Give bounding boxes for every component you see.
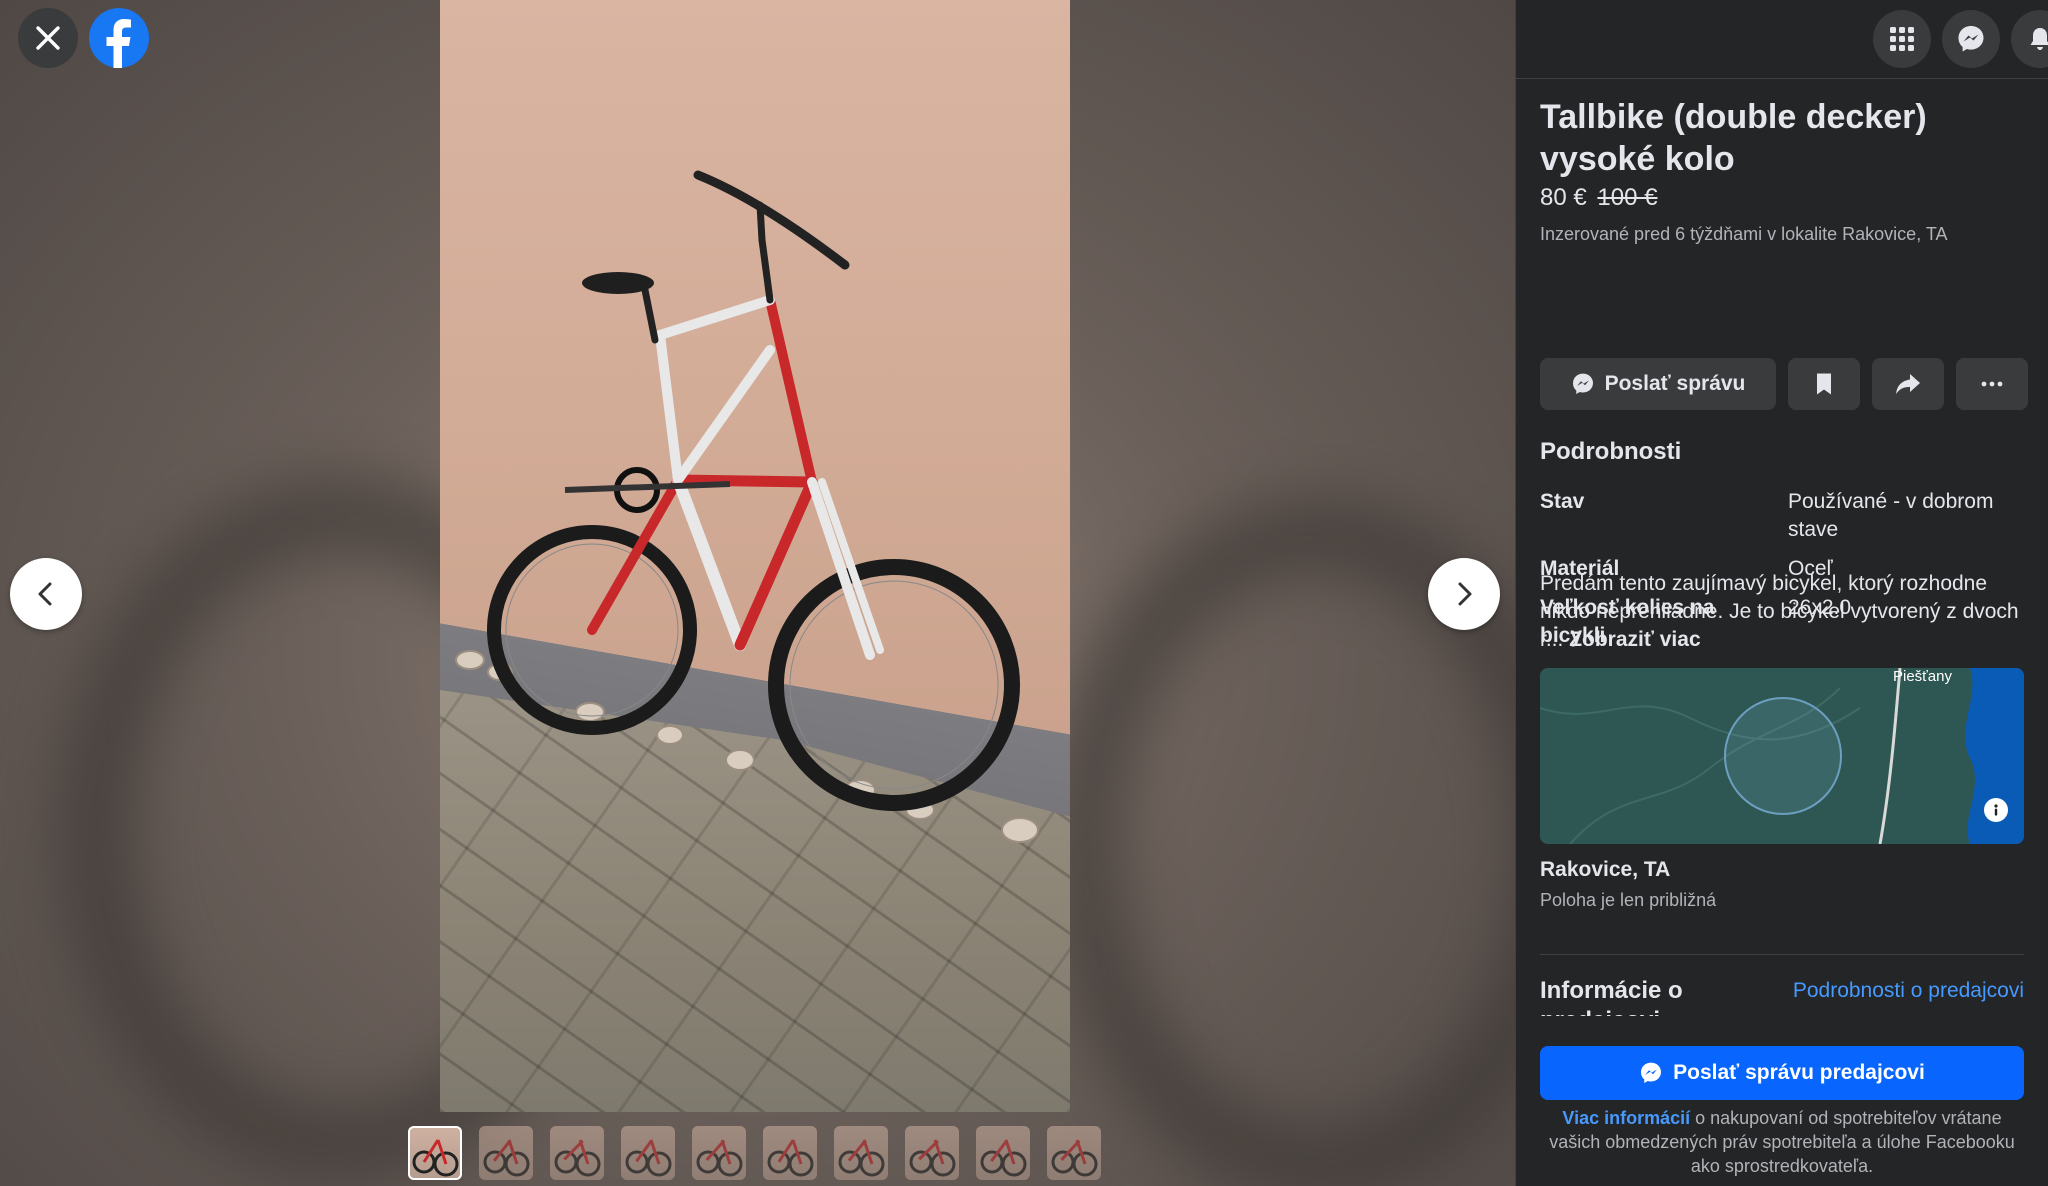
seller-details-link[interactable]: Podrobnosti o predajcovi — [1793, 979, 2024, 1003]
chevron-right-icon — [1458, 582, 1472, 606]
location-map[interactable]: Piešťany — [1540, 668, 2024, 844]
listing-details: Tallbike (double decker) vysoké kolo 80 … — [1540, 96, 2028, 1016]
messenger-icon — [1641, 1062, 1662, 1083]
facebook-logo-icon — [106, 19, 131, 68]
thumbnail[interactable] — [550, 1126, 604, 1180]
listing-actions: Poslať správu — [1540, 358, 2028, 410]
photo-viewer — [0, 0, 1515, 1186]
more-options-button[interactable] — [1956, 358, 2028, 410]
thumbnail[interactable] — [763, 1126, 817, 1180]
messenger-button[interactable] — [1942, 10, 2000, 68]
bicycle-illustration — [455, 170, 1039, 843]
thumbnail-image — [980, 1139, 1027, 1177]
top-bar — [1516, 0, 2048, 79]
thumbnail-image — [909, 1139, 956, 1177]
posted-info[interactable]: Inzerované pred 6 týždňami v lokalite Ra… — [1540, 224, 2024, 245]
thumbnail-strip — [408, 1126, 1101, 1182]
message-seller-label: Poslať správu predajcovi — [1673, 1061, 1925, 1084]
detail-row-condition: Stav Používané - v dobrom stave — [1540, 488, 2024, 544]
thumbnail[interactable] — [692, 1126, 746, 1180]
notifications-button[interactable] — [2011, 10, 2048, 68]
thumbnail[interactable] — [408, 1126, 462, 1180]
seller-info-heading: Informácie o predajcovi — [1540, 977, 1683, 1016]
more-dots-icon — [1981, 381, 2003, 387]
info-icon — [1994, 804, 1998, 816]
details-heading: Podrobnosti — [1540, 438, 1682, 465]
bike-seat — [582, 272, 654, 294]
location-note: Poloha je len približná — [1540, 890, 1717, 910]
send-message-label: Poslať správu — [1604, 372, 1746, 395]
previous-photo-button[interactable] — [10, 558, 82, 630]
bookmark-icon — [1817, 373, 1831, 395]
price-row: 80 € 100 € — [1540, 184, 2024, 212]
thumbnail-image — [767, 1139, 814, 1177]
bell-icon — [2030, 28, 2048, 50]
thumbnail-image — [696, 1139, 743, 1177]
detail-value: Používané - v dobrom stave — [1788, 490, 1994, 541]
share-button[interactable] — [1872, 358, 1944, 410]
thumbnail-image — [554, 1139, 601, 1177]
thumbnail[interactable] — [834, 1126, 888, 1180]
thumbnail[interactable] — [479, 1126, 533, 1180]
thumbnail[interactable] — [976, 1126, 1030, 1180]
thumbnail[interactable] — [905, 1126, 959, 1180]
save-button[interactable] — [1788, 358, 1860, 410]
consumer-info-note: Viac informácií o nakupovaní od spotrebi… — [1540, 1106, 2024, 1178]
section-divider — [1540, 954, 2024, 955]
next-photo-button[interactable] — [1428, 558, 1500, 630]
original-price: 100 € — [1597, 184, 1658, 211]
thumbnail-image — [483, 1139, 530, 1177]
share-arrow-icon — [1896, 374, 1920, 394]
thumbnail-image — [1051, 1139, 1098, 1177]
listing-title: Tallbike (double decker) vysoké kolo — [1540, 98, 1927, 178]
send-message-button[interactable]: Poslať správu — [1540, 358, 1776, 410]
chevron-left-icon — [38, 582, 52, 606]
grid-menu-icon — [1890, 27, 1914, 51]
map-drawing — [1540, 668, 2024, 844]
menu-button[interactable] — [1873, 10, 1931, 68]
facebook-logo[interactable] — [89, 8, 149, 68]
stones — [455, 650, 1039, 843]
close-button[interactable] — [18, 8, 78, 68]
listing-side-panel: Tallbike (double decker) vysoké kolo 80 … — [1515, 0, 2048, 1186]
map-city-label: Piešťany — [1893, 668, 1952, 685]
close-icon — [36, 26, 60, 50]
thumbnail[interactable] — [621, 1126, 675, 1180]
thumbnail-image — [412, 1139, 459, 1177]
thumbnail-image — [838, 1139, 885, 1177]
map-info-button[interactable] — [1984, 798, 2008, 822]
thumbnail-image — [625, 1139, 672, 1177]
message-seller-button[interactable]: Poslať správu predajcovi — [1540, 1046, 2024, 1100]
location-name: Rakovice, TA — [1540, 858, 1671, 881]
messenger-icon — [1572, 373, 1593, 394]
listing-description: Predám tento zaujímavý bicykel, ktorý ro… — [1540, 570, 2024, 654]
detail-key: Stav — [1540, 490, 1585, 513]
panel-footer: Poslať správu predajcovi Viac informácií… — [1516, 1024, 2048, 1186]
listing-price: 80 € — [1540, 184, 1587, 211]
thumbnail[interactable] — [1047, 1126, 1101, 1180]
listing-photo[interactable] — [440, 0, 1070, 1112]
more-info-link[interactable]: Viac informácií — [1562, 1108, 1690, 1128]
messenger-icon — [1958, 26, 1984, 52]
see-more-link[interactable]: Zobraziť viac — [1569, 628, 1700, 651]
chain — [564, 481, 731, 493]
